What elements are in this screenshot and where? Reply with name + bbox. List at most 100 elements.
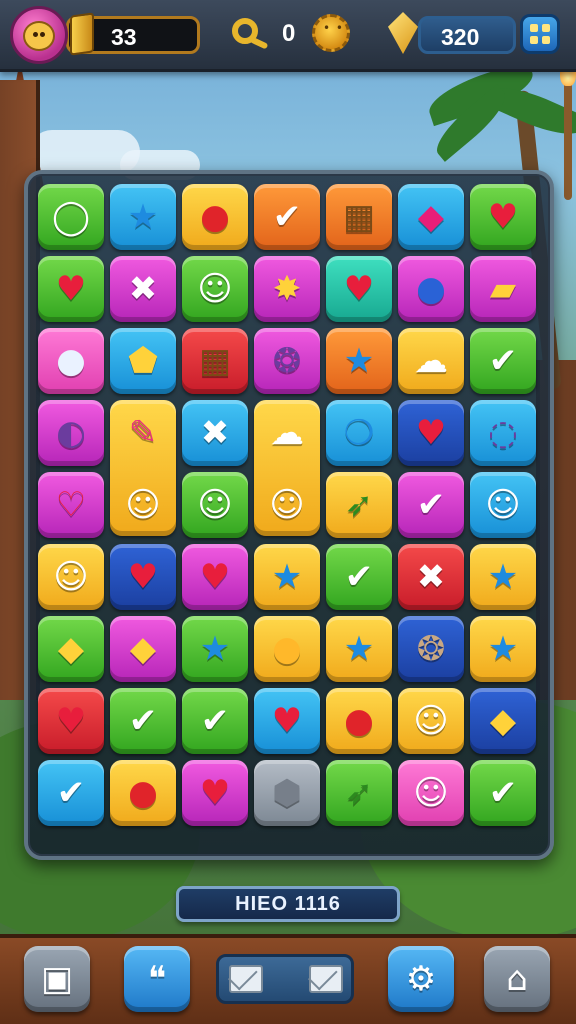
crate-icon: ▦ <box>198 341 232 381</box>
home-button[interactable]: ⌂ <box>484 946 550 1012</box>
tile-star[interactable]: ★ <box>326 616 392 682</box>
tile-check-coin[interactable]: ✔ <box>470 760 536 826</box>
tile-cross[interactable]: ✖ <box>398 544 464 610</box>
envelope-icon <box>229 965 263 993</box>
tile-check-coin[interactable]: ✔ <box>182 688 248 754</box>
tile-crate[interactable]: ▦ <box>182 328 248 394</box>
tile-star[interactable]: ★ <box>326 328 392 394</box>
tile-heart[interactable]: ♥ <box>110 544 176 610</box>
check-coin-icon: ✔ <box>488 341 518 381</box>
game-board: ◯ ★ ● ✔ ▦ ◆ ♥ ♥ ✖ ☺ ✸ ♥ ● ▰ ● ⬟ ▦ ❂ ★ ☁ ✔ ◐ ✎ ✖ ☁ ❍ ♥ ◌ ♡ ☺ ☺ ☺ ➶ ✔ ☺ ☺ ♥ ♥ ★ ✔… <box>24 170 554 860</box>
tile-face[interactable]: ☺ <box>110 472 176 538</box>
tile-lipstick[interactable]: ✎ <box>110 400 176 466</box>
tile-check-coin[interactable]: ✔ <box>470 328 536 394</box>
tile-cross[interactable]: ✖ <box>110 256 176 322</box>
tile-star[interactable]: ★ <box>182 616 248 682</box>
ring-icon: ◯ <box>51 197 91 237</box>
star-icon: ★ <box>487 629 519 669</box>
tile-burst[interactable]: ✸ <box>254 256 320 322</box>
star-icon: ★ <box>487 557 519 597</box>
tile-check[interactable]: ✔ <box>254 184 320 250</box>
tile-potion[interactable]: ● <box>398 256 464 322</box>
torch <box>564 80 572 200</box>
tile-heart[interactable]: ♥ <box>38 256 104 322</box>
tile-star[interactable]: ★ <box>254 544 320 610</box>
tile-ring[interactable]: ◯ <box>38 184 104 250</box>
cross-icon: ✖ <box>128 269 158 309</box>
tile-swirl[interactable]: ❂ <box>254 328 320 394</box>
grid-menu-button[interactable] <box>520 14 560 54</box>
tile-diamond[interactable]: ◆ <box>398 184 464 250</box>
settings-button[interactable]: ⚙ <box>388 946 454 1012</box>
mail-panel[interactable] <box>216 954 354 1004</box>
check-icon: ✔ <box>344 557 374 597</box>
tile-dot[interactable]: ● <box>326 688 392 754</box>
tile-face[interactable]: ☺ <box>398 688 464 754</box>
tile-bar[interactable]: ▰ <box>470 256 536 322</box>
tile-star[interactable]: ★ <box>470 544 536 610</box>
tile-heart[interactable]: ♡ <box>38 472 104 538</box>
tile-orb[interactable]: ● <box>38 328 104 394</box>
cross-icon: ✖ <box>416 557 446 597</box>
gold-bar-icon <box>70 12 94 56</box>
tile-face[interactable]: ☺ <box>398 760 464 826</box>
tile-heart[interactable]: ♥ <box>182 544 248 610</box>
heart-icon: ♥ <box>199 557 231 597</box>
top-hud: 33 0 320 <box>0 0 576 72</box>
player-avatar-icon[interactable] <box>10 6 68 64</box>
swirl-icon: ◐ <box>56 413 86 453</box>
gem-counter: 320 <box>418 16 516 54</box>
tile-face[interactable]: ☺ <box>182 256 248 322</box>
heart-icon: ♥ <box>55 701 87 741</box>
tile-heart[interactable]: ♥ <box>398 400 464 466</box>
tile-star[interactable]: ★ <box>110 184 176 250</box>
tile-gem[interactable]: ◆ <box>38 616 104 682</box>
map-button[interactable]: ▣ <box>24 946 90 1012</box>
tile-arrow[interactable]: ➶ <box>326 760 392 826</box>
tile-face[interactable]: ☺ <box>254 472 320 538</box>
dot-icon: ● <box>344 701 374 741</box>
tile-face[interactable]: ☺ <box>182 472 248 538</box>
tile-heart[interactable]: ♥ <box>254 688 320 754</box>
tile-gem[interactable]: ◆ <box>470 688 536 754</box>
star-icon: ★ <box>343 341 375 381</box>
cloud-icon: ☁ <box>414 341 448 381</box>
face-icon: ☺ <box>269 485 305 525</box>
tile-arrow[interactable]: ➶ <box>326 472 392 538</box>
tile-check[interactable]: ✔ <box>398 472 464 538</box>
tile-heart[interactable]: ♥ <box>470 184 536 250</box>
tile-gem[interactable]: ⬟ <box>110 328 176 394</box>
chat-button[interactable]: ❝ <box>124 946 190 1012</box>
tile-check[interactable]: ✔ <box>110 688 176 754</box>
tile-gem[interactable]: ◆ <box>110 616 176 682</box>
tile-heart[interactable]: ♥ <box>326 256 392 322</box>
tile-swirl[interactable]: ◌ <box>470 400 536 466</box>
tile-cross[interactable]: ✖ <box>182 400 248 466</box>
shell-icon: ❂ <box>416 629 446 669</box>
tile-heart[interactable]: ♥ <box>38 688 104 754</box>
tile-heart[interactable]: ♥ <box>182 760 248 826</box>
heart-icon: ♥ <box>415 413 447 453</box>
tile-crate[interactable]: ▦ <box>326 184 392 250</box>
tile-nut[interactable]: ⬢ <box>254 760 320 826</box>
tile-face[interactable]: ☺ <box>470 472 536 538</box>
heart-icon: ♥ <box>271 701 303 741</box>
tile-red-blob[interactable]: ● <box>182 184 248 250</box>
star-icon: ★ <box>199 629 231 669</box>
tile-swirl[interactable]: ◐ <box>38 400 104 466</box>
face-icon: ☺ <box>485 485 521 525</box>
tile-face[interactable]: ☺ <box>38 544 104 610</box>
tile-star[interactable]: ★ <box>470 616 536 682</box>
tile-dot[interactable]: ● <box>110 760 176 826</box>
tile-cloud[interactable]: ☁ <box>398 328 464 394</box>
tile-check[interactable]: ✔ <box>326 544 392 610</box>
tile-drop[interactable]: ❍ <box>326 400 392 466</box>
face-icon: ☺ <box>413 773 449 813</box>
tile-bubble[interactable]: ● <box>254 616 320 682</box>
tile-cloud[interactable]: ☁ <box>254 400 320 466</box>
arrow-icon: ➶ <box>344 773 374 813</box>
tile-check-coin[interactable]: ✔ <box>38 760 104 826</box>
heart-icon: ♥ <box>127 557 159 597</box>
bottom-toolbar: ▣ ❝ ⚙ ⌂ <box>0 934 576 1024</box>
tile-shell[interactable]: ❂ <box>398 616 464 682</box>
